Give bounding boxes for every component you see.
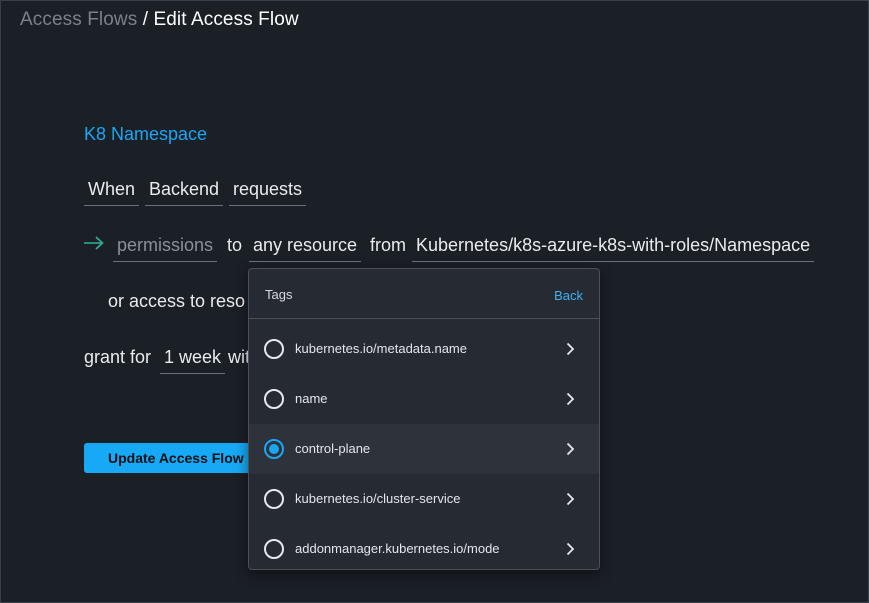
chevron-right-icon [566,392,575,406]
resource-field[interactable]: any resource [249,234,362,262]
tags-dropdown: Tags Back kubernetes.io/metadata.name na… [248,268,600,570]
back-button[interactable]: Back [554,288,583,303]
arrow-right-icon [84,236,104,250]
app-window: Access Flows / Edit Access Flow K8 Names… [0,0,869,603]
chevron-right-icon [566,542,575,556]
grant-for-label: grant for [84,347,152,367]
radio-icon[interactable] [264,539,284,559]
dropdown-header: Tags Back [249,269,599,319]
tag-option[interactable]: name [249,374,599,424]
tag-option[interactable]: kubernetes.io/cluster-service [249,474,599,524]
radio-checked-icon[interactable] [264,439,284,459]
tag-option-label: addonmanager.kubernetes.io/mode [295,541,500,556]
tag-option[interactable]: kubernetes.io/metadata.name [249,324,599,374]
breadcrumb: Access Flows / Edit Access Flow [20,9,299,31]
tag-option-label: kubernetes.io/metadata.name [295,341,467,356]
access-flow-name[interactable]: K8 Namespace [84,124,207,145]
integration-field[interactable]: Kubernetes/k8s-azure-k8s-with-roles/Name… [412,234,815,262]
breadcrumb-access-flows-link[interactable]: Access Flows [20,9,137,30]
radio-icon[interactable] [264,339,284,359]
update-access-flow-button[interactable]: Update Access Flow [84,443,254,473]
tag-option-label: kubernetes.io/cluster-service [295,491,461,506]
chevron-right-icon [566,442,575,456]
tags-list: kubernetes.io/metadata.name name control… [249,324,599,569]
duration-field[interactable]: 1 week [160,346,226,374]
radio-icon[interactable] [264,489,284,509]
breadcrumb-separator: / [137,9,154,30]
tag-option-label: name [295,391,328,406]
update-access-flow-label: Update Access Flow [108,450,244,466]
tag-option-selected[interactable]: control-plane [249,424,599,474]
from-label: from [370,235,406,255]
chevron-right-icon [566,492,575,506]
when-field[interactable]: When [84,178,140,206]
page-title: Edit Access Flow [153,9,299,30]
or-access-label[interactable]: or access to reso [108,290,245,312]
to-label: to [227,235,243,255]
permissions-field[interactable]: permissions [113,234,218,262]
tag-option-label: control-plane [295,441,371,456]
requests-field[interactable]: requests [229,178,307,206]
chevron-right-icon [566,342,575,356]
tag-option[interactable]: addonmanager.kubernetes.io/mode [249,524,599,569]
with-label: wit [228,347,250,367]
dropdown-title: Tags [265,287,293,302]
requester-field[interactable]: Backend [145,178,224,206]
radio-icon[interactable] [264,389,284,409]
